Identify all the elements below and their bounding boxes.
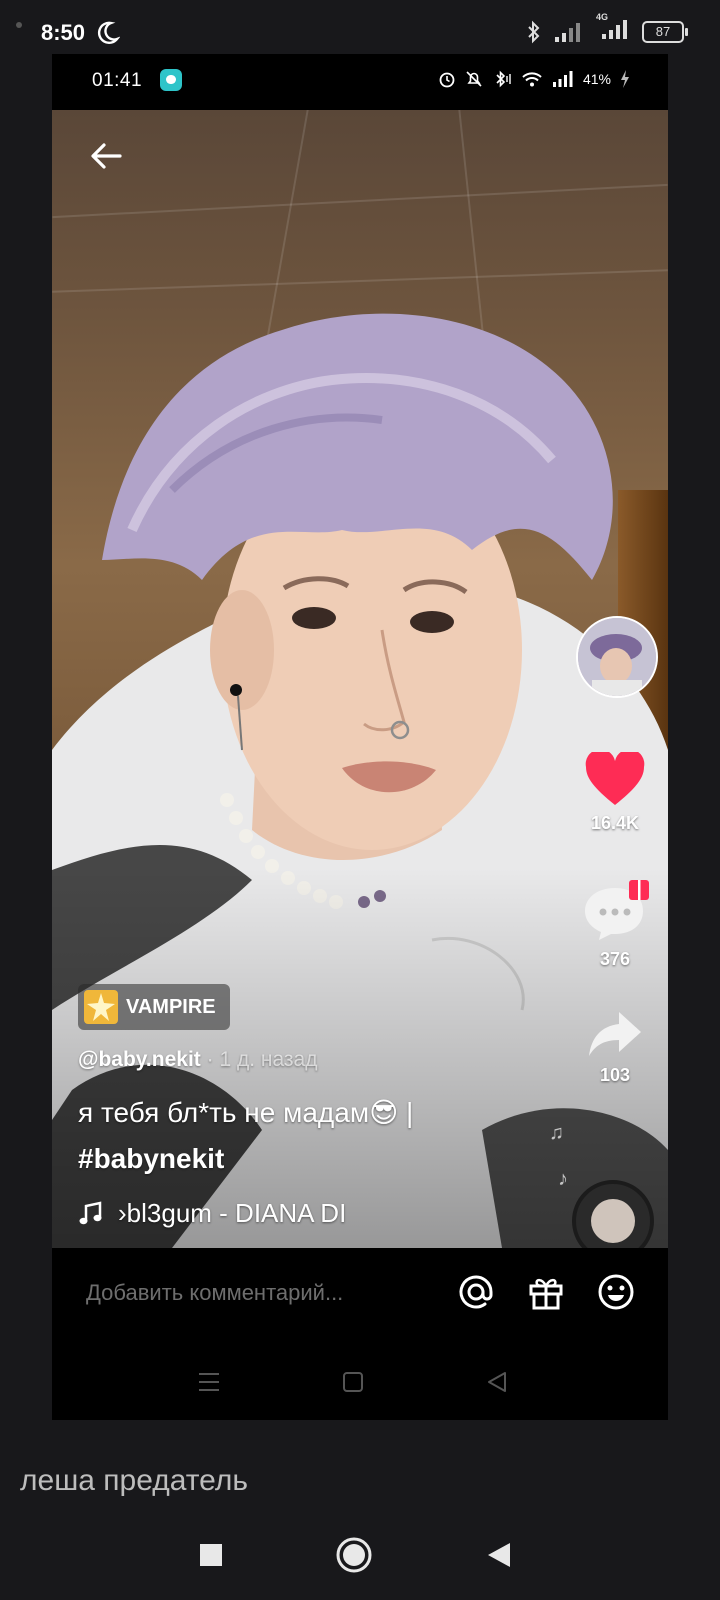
back-triangle-icon[interactable] — [486, 1370, 508, 1394]
menu-lines-icon[interactable] — [198, 1370, 220, 1394]
music-line[interactable]: ›bl3gum - DIANA DI — [78, 1198, 346, 1229]
comment-input[interactable]: Добавить комментарий... — [86, 1280, 343, 1306]
emoji-smile-icon[interactable] — [596, 1272, 636, 1312]
author-line: @baby.nekit · 1 д. назад — [78, 1048, 317, 1072]
comment-action[interactable]: 376 — [570, 878, 660, 970]
home-square-icon[interactable] — [342, 1370, 364, 1394]
share-arrow-icon[interactable] — [585, 1008, 645, 1060]
floating-note-icon: ♫ — [549, 1122, 564, 1144]
recents-square-icon[interactable] — [196, 1540, 226, 1570]
comment-bubble-icon[interactable] — [579, 878, 651, 944]
gift-icon[interactable] — [526, 1272, 566, 1312]
like-action[interactable]: 16.4K — [570, 749, 660, 834]
video-caption: я тебя бл*ть не мадам😎 | #babynekit — [78, 1090, 413, 1182]
like-count: 16.4K — [590, 813, 640, 833]
post-caption-text: леша предатель — [20, 1464, 248, 1497]
share-count: 103 — [599, 1065, 631, 1085]
music-note-icon — [79, 1200, 102, 1224]
music-title: ›bl3gum - DIANA DI — [118, 1198, 347, 1228]
comment-bar: Добавить комментарий... — [52, 1248, 668, 1348]
network-type-label: 4G — [596, 12, 609, 22]
share-action[interactable]: 103 — [570, 1008, 660, 1086]
effect-sparkle-icon — [84, 990, 118, 1024]
bluetooth-icon — [528, 20, 540, 43]
do-not-disturb-moon-icon — [97, 21, 120, 44]
chat-app-icon — [160, 69, 182, 91]
inner-navigation-bar — [52, 1348, 668, 1420]
back-triangle-icon[interactable] — [484, 1540, 514, 1570]
caption-hashtag[interactable]: #babynekit — [78, 1136, 413, 1182]
author-handle[interactable]: @baby.nekit — [78, 1048, 201, 1071]
post-time: · 1 д. назад — [200, 1048, 318, 1071]
mention-at-icon[interactable] — [456, 1272, 496, 1312]
wifi-icon — [522, 72, 542, 87]
signal-icon — [555, 22, 580, 42]
comment-count: 376 — [599, 949, 631, 969]
floating-note-icon: ♪ — [558, 1168, 568, 1190]
bluetooth-vibrate-icon — [496, 70, 511, 88]
outer-status-icons: 4G 87 — [526, 12, 688, 45]
notification-dot — [16, 22, 22, 28]
caption-text: я тебя бл*ть не мадам😎 | — [78, 1097, 414, 1128]
music-disc-cover — [591, 1199, 635, 1243]
home-circle-icon[interactable] — [334, 1535, 374, 1575]
heart-icon[interactable] — [584, 749, 646, 808]
inner-status-icons: 41% — [438, 70, 630, 88]
battery-indicator: 87 — [642, 20, 688, 43]
cell-signal-icon — [552, 71, 573, 87]
back-arrow-icon[interactable] — [86, 136, 126, 176]
alarm-icon — [439, 72, 455, 88]
muted-bell-icon — [466, 71, 482, 87]
signal-4g-icon: 4G — [594, 12, 630, 45]
effect-tag[interactable]: VAMPIRE — [78, 984, 230, 1030]
effect-tag-label: VAMPIRE — [126, 995, 216, 1018]
inner-clock: 01:41 — [92, 70, 143, 91]
comment-bar-icons — [456, 1272, 636, 1312]
inner-status-bar: 01:41 41% — [52, 54, 668, 110]
creator-avatar[interactable] — [576, 616, 658, 698]
charging-bolt-icon — [621, 70, 629, 88]
video-player[interactable]: 16.4K 376 103 VAMPIRE @baby.nekit · 1 д.… — [52, 110, 668, 1248]
battery-percent: 41% — [582, 71, 611, 87]
outer-clock: 8:50 — [41, 20, 86, 45]
recorded-phone-screen: 01:41 41% 16.4K 376 103 VAMPIRE @baby.ne… — [52, 54, 668, 1420]
system-navigation-bar — [0, 1530, 720, 1600]
